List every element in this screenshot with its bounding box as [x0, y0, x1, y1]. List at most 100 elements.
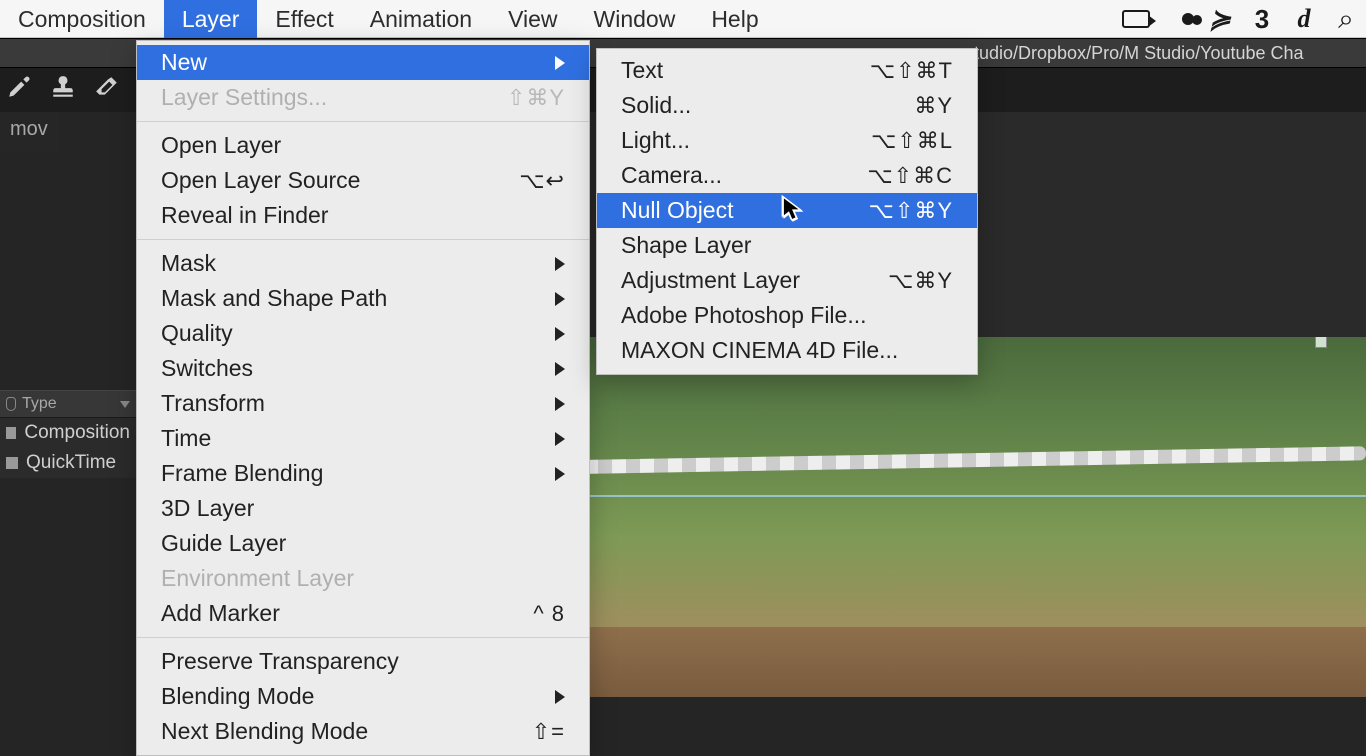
layer-menu-item[interactable]: Mask	[137, 246, 589, 281]
new-submenu-item[interactable]: Adjustment Layer⌥⌘Y	[597, 263, 977, 298]
new-submenu-item[interactable]: MAXON CINEMA 4D File...	[597, 333, 977, 368]
brush-tool-icon[interactable]	[6, 74, 32, 107]
menu-animation[interactable]: Animation	[352, 0, 490, 38]
column-label: Type	[22, 395, 57, 413]
menu-item-label: Frame Blending	[161, 458, 545, 489]
project-row[interactable]: QuickTime	[0, 448, 136, 478]
menu-composition[interactable]: Composition	[0, 0, 164, 38]
menu-item-label: Reveal in Finder	[161, 200, 565, 231]
d-icon[interactable]: d	[1288, 3, 1320, 35]
menu-view[interactable]: View	[490, 0, 575, 38]
menu-item-label: Adobe Photoshop File...	[621, 300, 953, 331]
layer-menu-item[interactable]: 3D Layer	[137, 491, 589, 526]
layer-menu-item[interactable]: Mask and Shape Path	[137, 281, 589, 316]
item-type-label: Composition	[24, 422, 130, 444]
menu-item-label: MAXON CINEMA 4D File...	[621, 335, 968, 366]
menubar-right-icons: ≽ 3 d ⌕	[1120, 3, 1366, 35]
new-submenu-item[interactable]: Shape Layer	[597, 228, 977, 263]
menu-item-label: New	[161, 47, 545, 78]
column-header-type[interactable]: Type	[0, 390, 136, 418]
menu-item-label: Transform	[161, 388, 545, 419]
menu-item-shortcut: ⌥⇧⌘Y	[869, 195, 953, 226]
menu-layer[interactable]: Layer	[164, 0, 258, 38]
menu-item-label: Adjustment Layer	[621, 265, 888, 296]
submenu-arrow-icon	[555, 467, 565, 481]
ae-icons-3[interactable]: 3	[1246, 3, 1278, 35]
menu-item-label: 3D Layer	[161, 493, 565, 524]
submenu-arrow-icon	[555, 432, 565, 446]
menu-item-label: Open Layer	[161, 130, 565, 161]
layer-menu-item[interactable]: Time	[137, 421, 589, 456]
new-submenu-item[interactable]: Light...⌥⇧⌘L	[597, 123, 977, 158]
menu-item-label: Quality	[161, 318, 545, 349]
menu-item-label: Light...	[621, 125, 871, 156]
menu-item-shortcut: ⇧⌘Y	[507, 82, 565, 113]
layer-menu-item[interactable]: Quality	[137, 316, 589, 351]
item-type-label: QuickTime	[26, 452, 116, 474]
menu-item-label: Environment Layer	[161, 563, 565, 594]
menu-item-label: Camera...	[621, 160, 867, 191]
menu-item-shortcut: ⌥⇧⌘C	[867, 160, 953, 191]
submenu-arrow-icon	[555, 397, 565, 411]
menu-item-label: Shape Layer	[621, 230, 953, 261]
layer-menu-item[interactable]: Open Layer Source⌥↩	[137, 163, 589, 198]
menu-item-shortcut: ⌥⇧⌘T	[870, 55, 953, 86]
layer-menu-separator	[137, 637, 589, 638]
project-row[interactable]: Composition	[0, 418, 136, 448]
camera-icon[interactable]	[1120, 3, 1152, 35]
new-submenu-item[interactable]: Null Object⌥⇧⌘Y	[597, 193, 977, 228]
layer-handle[interactable]	[1316, 337, 1326, 347]
layer-menu-separator	[137, 121, 589, 122]
new-submenu-item[interactable]: Adobe Photoshop File...	[597, 298, 977, 333]
stamp-tool-icon[interactable]	[50, 74, 76, 107]
menu-item-label: Solid...	[621, 90, 914, 121]
submenu-arrow-icon	[555, 362, 565, 376]
submenu-arrow-icon	[555, 56, 565, 70]
menu-item-label: Add Marker	[161, 598, 533, 629]
submenu-arrow-icon	[555, 327, 565, 341]
menu-item-shortcut: ^ 8	[533, 598, 565, 629]
menu-help[interactable]: Help	[693, 0, 776, 38]
menu-item-label: Open Layer Source	[161, 165, 519, 196]
layer-dropdown-menu: NewLayer Settings...⇧⌘YOpen LayerOpen La…	[136, 40, 590, 756]
submenu-arrow-icon	[555, 292, 565, 306]
new-submenu-item[interactable]: Solid...⌘Y	[597, 88, 977, 123]
menu-item-label: Text	[621, 55, 870, 86]
layer-menu-item[interactable]: Add Marker^ 8	[137, 596, 589, 631]
menu-effect[interactable]: Effect	[257, 0, 351, 38]
layer-menu-item[interactable]: Reveal in Finder	[137, 198, 589, 233]
new-submenu-item[interactable]: Camera...⌥⇧⌘C	[597, 158, 977, 193]
layer-menu-item[interactable]: Next Blending Mode⇧=	[137, 714, 589, 749]
menu-item-shortcut: ⌥⌘Y	[888, 265, 953, 296]
location-icon	[6, 397, 16, 411]
menu-item-label: Mask	[161, 248, 545, 279]
menu-item-label: Time	[161, 423, 545, 454]
menu-item-shortcut: ⇧=	[532, 716, 565, 747]
layer-menu-item[interactable]: Frame Blending	[137, 456, 589, 491]
layer-menu-item[interactable]: Switches	[137, 351, 589, 386]
layer-menu-item: Layer Settings...⇧⌘Y	[137, 80, 589, 115]
swirl-icon[interactable]: ≽	[1204, 3, 1236, 35]
sort-indicator-icon	[120, 401, 130, 408]
layer-menu-item[interactable]: Transform	[137, 386, 589, 421]
menu-item-label: Preserve Transparency	[161, 646, 565, 677]
item-icon	[6, 427, 16, 439]
layer-menu-item[interactable]: New	[137, 45, 589, 80]
layer-menu-item[interactable]: Guide Layer	[137, 526, 589, 561]
layer-new-submenu: Text⌥⇧⌘TSolid...⌘YLight...⌥⇧⌘LCamera...⌥…	[596, 48, 978, 375]
layer-menu-item[interactable]: Preserve Transparency	[137, 644, 589, 679]
item-icon	[6, 457, 18, 469]
panel-tab[interactable]: mov	[0, 112, 58, 152]
menu-item-label: Next Blending Mode	[161, 716, 532, 747]
layer-menu-item[interactable]: Open Layer	[137, 128, 589, 163]
search-icon[interactable]: ⌕	[1330, 3, 1362, 35]
menu-item-shortcut: ⌥↩	[519, 165, 565, 196]
layer-menu-separator	[137, 239, 589, 240]
menu-item-label: Mask and Shape Path	[161, 283, 545, 314]
menu-window[interactable]: Window	[576, 0, 694, 38]
menu-item-label: Layer Settings...	[161, 82, 507, 113]
submenu-arrow-icon	[555, 257, 565, 271]
new-submenu-item[interactable]: Text⌥⇧⌘T	[597, 53, 977, 88]
menubar: Composition Layer Effect Animation View …	[0, 0, 1366, 38]
eraser-tool-icon[interactable]	[94, 74, 120, 107]
